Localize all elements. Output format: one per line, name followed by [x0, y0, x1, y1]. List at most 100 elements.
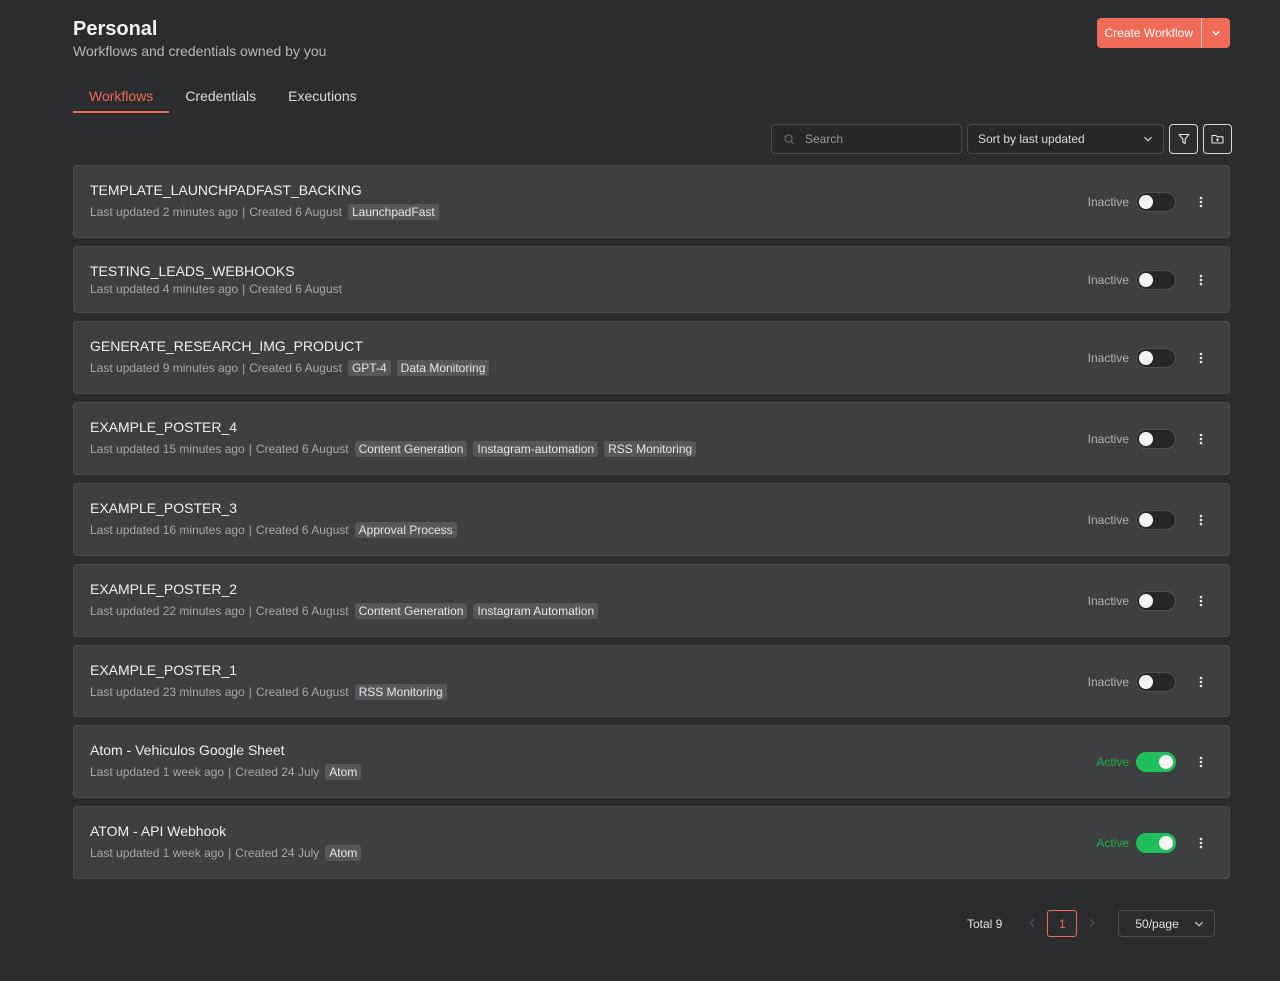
workflow-active-toggle[interactable] — [1136, 348, 1176, 368]
workflow-card[interactable]: EXAMPLE_POSTER_1 Last updated 23 minutes… — [73, 645, 1230, 717]
search-input[interactable] — [805, 132, 955, 146]
search-icon — [784, 133, 795, 144]
page-number-button[interactable]: 1 — [1047, 910, 1078, 937]
workflow-menu-button[interactable] — [1191, 833, 1211, 853]
workflow-menu-button[interactable] — [1191, 510, 1211, 530]
workflow-created: Created 6 August — [249, 205, 342, 219]
page-size-select[interactable]: 50/page — [1118, 910, 1216, 937]
workflow-card[interactable]: EXAMPLE_POSTER_3 Last updated 16 minutes… — [73, 483, 1230, 556]
search-box — [771, 124, 962, 154]
tab-credentials[interactable]: Credentials — [169, 86, 272, 113]
workflow-tag[interactable]: Instagram-automation — [473, 441, 599, 457]
workflow-card[interactable]: EXAMPLE_POSTER_2 Last updated 22 minutes… — [73, 564, 1230, 637]
workflow-meta: Last updated 1 week ago | Created 24 Jul… — [90, 764, 362, 780]
page-size-label: 50/page — [1135, 916, 1179, 931]
workflow-status-label: Inactive — [1087, 513, 1129, 527]
tab-executions[interactable]: Executions — [272, 86, 372, 113]
workflow-name[interactable]: TEMPLATE_LAUNCHPADFAST_BACKING — [90, 182, 362, 198]
workflow-name[interactable]: EXAMPLE_POSTER_1 — [90, 662, 237, 678]
workflow-card[interactable]: ATOM - API Webhook Last updated 1 week a… — [73, 806, 1230, 879]
workflow-status-label: Inactive — [1087, 675, 1129, 689]
tab-workflows[interactable]: Workflows — [73, 86, 170, 113]
meta-separator: | — [248, 685, 252, 699]
workflow-name[interactable]: EXAMPLE_POSTER_3 — [90, 500, 237, 516]
workflow-active-toggle[interactable] — [1136, 429, 1176, 449]
create-options-button[interactable] — [1202, 18, 1230, 48]
workflow-created: Created 6 August — [249, 361, 342, 375]
workflow-updated: Last updated 4 minutes ago — [90, 282, 239, 296]
create-workflow-group: Create Workflow — [1096, 18, 1230, 48]
new-folder-button[interactable] — [1203, 124, 1232, 154]
workflow-updated: Last updated 16 minutes ago — [90, 523, 245, 537]
prev-page-button[interactable] — [1022, 917, 1042, 931]
workflow-name[interactable]: Atom - Vehiculos Google Sheet — [90, 742, 285, 758]
toolbar: Sort by last updated — [771, 124, 1232, 154]
filter-button[interactable] — [1169, 124, 1198, 154]
workflow-active-toggle[interactable] — [1136, 752, 1176, 772]
page-title: Personal — [73, 18, 158, 40]
workflow-menu-button[interactable] — [1191, 270, 1211, 290]
workflow-status-label: Inactive — [1087, 432, 1129, 446]
workflow-menu-button[interactable] — [1191, 591, 1211, 611]
workflow-card[interactable]: GENERATE_RESEARCH_IMG_PRODUCT Last updat… — [73, 321, 1230, 394]
filter-icon — [1177, 133, 1190, 145]
chevron-left-icon — [1029, 918, 1035, 927]
workflow-tag[interactable]: Content Generation — [354, 441, 468, 457]
workflow-tag[interactable]: Atom — [325, 845, 362, 861]
meta-separator: | — [248, 523, 252, 537]
workflow-active-toggle[interactable] — [1136, 672, 1176, 692]
workflow-tag[interactable]: Approval Process — [354, 522, 457, 538]
workflow-tag[interactable]: Atom — [325, 764, 362, 780]
workflow-tag[interactable]: Content Generation — [354, 603, 468, 619]
meta-separator: | — [228, 846, 232, 860]
workflow-name[interactable]: TESTING_LEADS_WEBHOOKS — [90, 263, 295, 279]
chevron-down-icon — [1212, 31, 1220, 36]
workflow-menu-button[interactable] — [1191, 752, 1211, 772]
workflow-card[interactable]: Atom - Vehiculos Google Sheet Last updat… — [73, 725, 1230, 798]
workflow-card[interactable]: TEMPLATE_LAUNCHPADFAST_BACKING Last upda… — [73, 165, 1230, 238]
workflow-meta: Last updated 22 minutes ago | Created 6 … — [90, 603, 599, 619]
workflow-name[interactable]: EXAMPLE_POSTER_4 — [90, 419, 237, 435]
workflow-tag[interactable]: Data Monitoring — [396, 360, 490, 376]
tabs-bar: Workflows Credentials Executions — [73, 86, 373, 113]
sort-select[interactable]: Sort by last updated — [967, 124, 1164, 154]
workflow-tag[interactable]: LaunchpadFast — [347, 204, 439, 220]
workflow-active-toggle[interactable] — [1136, 192, 1176, 212]
workflow-tag[interactable]: RSS Monitoring — [604, 441, 697, 457]
workflow-status-label: Inactive — [1087, 351, 1129, 365]
toggle-knob — [1159, 836, 1173, 850]
meta-separator: | — [242, 282, 246, 296]
workflow-created: Created 6 August — [255, 604, 349, 618]
create-workflow-button[interactable]: Create Workflow — [1097, 18, 1201, 48]
workflow-meta: Last updated 1 week ago | Created 24 Jul… — [90, 845, 362, 861]
workflow-active-toggle[interactable] — [1136, 833, 1176, 853]
next-page-button[interactable] — [1082, 917, 1102, 931]
workflow-name[interactable]: EXAMPLE_POSTER_2 — [90, 581, 237, 597]
workflow-menu-button[interactable] — [1191, 672, 1211, 692]
workflow-active-toggle[interactable] — [1136, 510, 1176, 530]
workflow-meta: Last updated 9 minutes ago | Created 6 A… — [90, 360, 490, 376]
workflow-menu-button[interactable] — [1191, 429, 1211, 449]
workflow-card[interactable]: EXAMPLE_POSTER_4 Last updated 15 minutes… — [73, 402, 1230, 475]
toggle-knob — [1159, 755, 1173, 769]
workflow-active-toggle[interactable] — [1136, 591, 1176, 611]
workflow-active-toggle[interactable] — [1136, 270, 1176, 290]
workflow-meta: Last updated 16 minutes ago | Created 6 … — [90, 522, 457, 538]
meta-separator: | — [242, 361, 246, 375]
workflow-meta: Last updated 2 minutes ago | Created 6 A… — [90, 204, 439, 220]
workflow-card[interactable]: TESTING_LEADS_WEBHOOKS Last updated 4 mi… — [73, 246, 1230, 313]
workflow-menu-button[interactable] — [1191, 192, 1211, 212]
workflow-created: Created 6 August — [255, 442, 349, 456]
workflow-updated: Last updated 22 minutes ago — [90, 604, 245, 618]
workflow-tag[interactable]: GPT-4 — [347, 360, 391, 376]
workflow-name[interactable]: ATOM - API Webhook — [90, 823, 226, 839]
meta-separator: | — [242, 205, 246, 219]
toggle-knob — [1139, 195, 1153, 209]
chevron-right-icon — [1089, 918, 1096, 927]
meta-separator: | — [248, 442, 252, 456]
workflow-menu-button[interactable] — [1191, 348, 1211, 368]
workflow-list: TEMPLATE_LAUNCHPADFAST_BACKING Last upda… — [73, 165, 1230, 887]
workflow-tag[interactable]: RSS Monitoring — [354, 684, 447, 700]
workflow-name[interactable]: GENERATE_RESEARCH_IMG_PRODUCT — [90, 338, 363, 354]
workflow-tag[interactable]: Instagram Automation — [473, 603, 599, 619]
